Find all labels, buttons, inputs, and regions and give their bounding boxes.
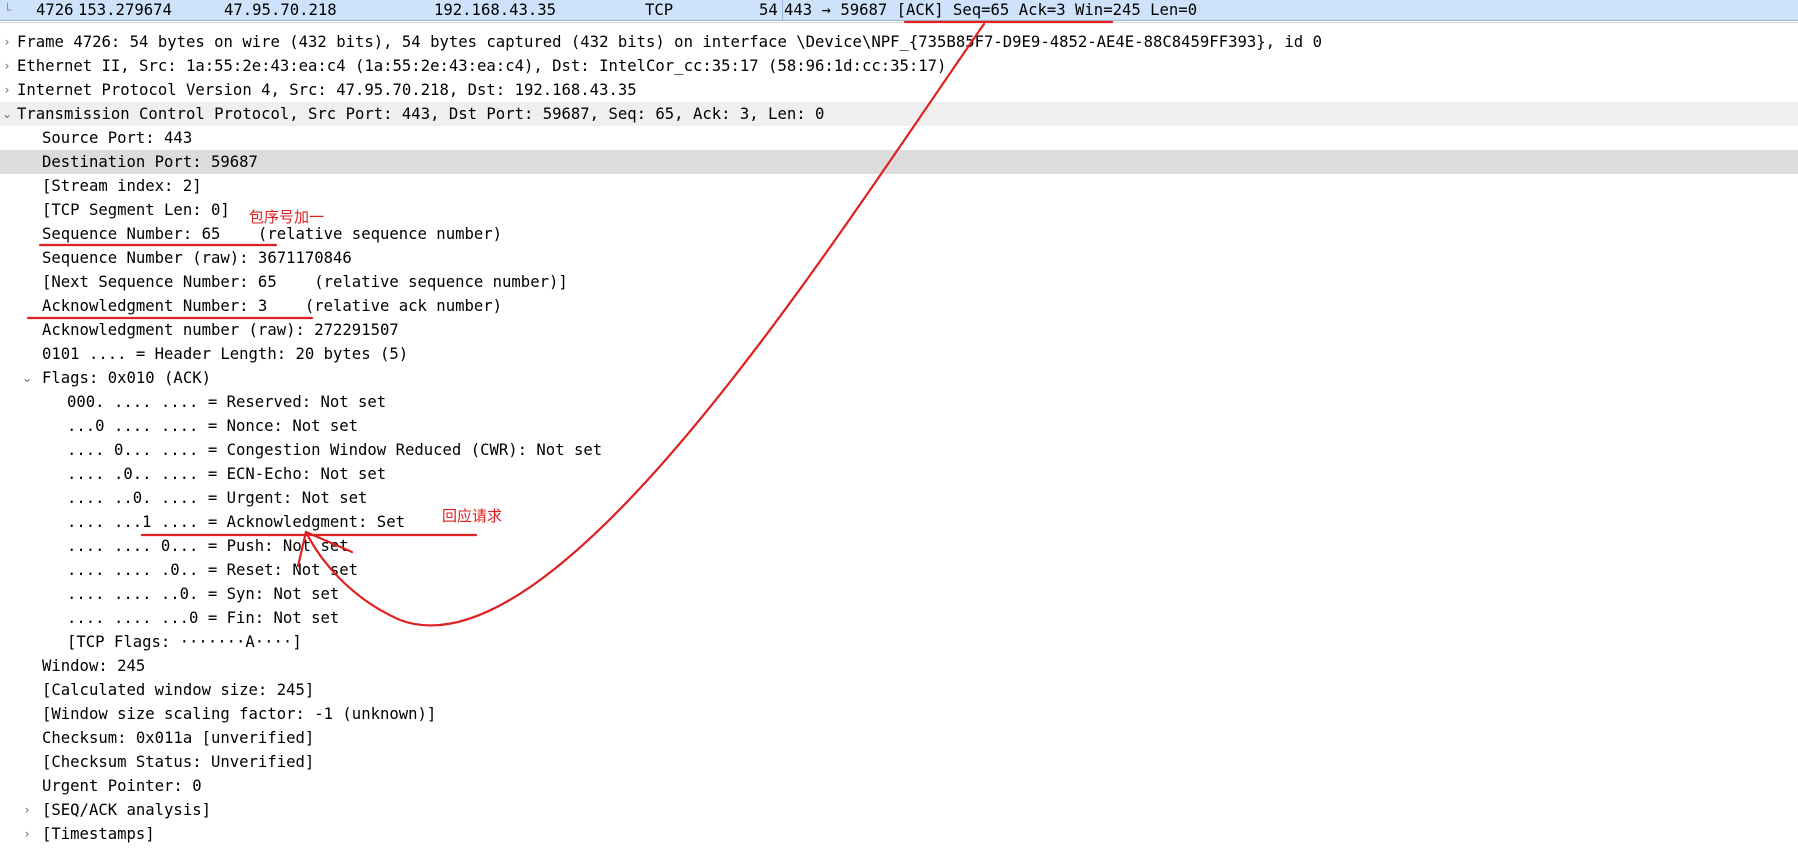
tree-row-text: [Calculated window size: 245] (42, 681, 315, 699)
tree-row-text: Acknowledgment Number: 3 (relative ack n… (42, 297, 503, 315)
tree-row[interactable]: .... 0... .... = Congestion Window Reduc… (0, 438, 1798, 462)
collapse-arrow-icon[interactable]: › (20, 822, 34, 846)
tree-row-text: .... ...1 .... = Acknowledgment: Set (67, 513, 405, 531)
packet-info: 443 → 59687 [ACK] Seq=65 Ack=3 Win=245 L… (784, 1, 1198, 19)
tree-row[interactable]: .... .... .0.. = Reset: Not set (0, 558, 1798, 582)
seq-annotation-note: 包序号加一 (249, 208, 325, 226)
packet-time: 153.279674 (78, 1, 172, 19)
tree-row-text: Destination Port: 59687 (42, 153, 258, 171)
tree-row-text: ...0 .... .... = Nonce: Not set (67, 417, 359, 435)
tree-row-text: .... .... ..0. = Syn: Not set (67, 585, 340, 603)
expand-arrow-icon[interactable]: ⌄ (0, 102, 14, 126)
tree-row[interactable]: .... ..0. .... = Urgent: Not set (0, 486, 1798, 510)
collapse-arrow-icon[interactable]: › (0, 30, 14, 54)
tree-row[interactable]: ...0 .... .... = Nonce: Not set (0, 414, 1798, 438)
tree-row[interactable]: 0101 .... = Header Length: 20 bytes (5) (0, 342, 1798, 366)
tree-row[interactable]: 000. .... .... = Reserved: Not set (0, 390, 1798, 414)
tree-row-text: Source Port: 443 (42, 129, 193, 147)
tree-row-text: [Stream index: 2] (42, 177, 202, 195)
tree-row-text: Frame 4726: 54 bytes on wire (432 bits),… (17, 33, 1322, 51)
tree-row[interactable]: Acknowledgment Number: 3 (relative ack n… (0, 294, 1798, 318)
tree-row[interactable]: Window: 245 (0, 654, 1798, 678)
tree-row[interactable]: Acknowledgment number (raw): 272291507 (0, 318, 1798, 342)
tree-row-text: [Next Sequence Number: 65 (relative sequ… (42, 273, 568, 291)
tree-row[interactable]: › Ethernet II, Src: 1a:55:2e:43:ea:c4 (1a… (0, 54, 1798, 78)
tree-row[interactable]: .... .... 0... = Push: Not set (0, 534, 1798, 558)
tree-row[interactable]: Sequence Number (raw): 3671170846 (0, 246, 1798, 270)
tree-row[interactable]: [Checksum Status: Unverified] (0, 750, 1798, 774)
tree-row[interactable]: [TCP Flags: ·······A····] (0, 630, 1798, 654)
tree-row[interactable]: Urgent Pointer: 0 (0, 774, 1798, 798)
tree-row-text: [SEQ/ACK analysis] (42, 801, 211, 819)
tree-row[interactable]: Source Port: 443 (0, 126, 1798, 150)
tree-row-text: .... .0.. .... = ECN-Echo: Not set (67, 465, 387, 483)
ack-annotation-note: 回应请求 (442, 507, 503, 525)
tree-row-text: Ethernet II, Src: 1a:55:2e:43:ea:c4 (1a:… (17, 57, 947, 75)
tree-row-text: [Window size scaling factor: -1 (unknown… (42, 705, 437, 723)
tree-row-text: [TCP Segment Len: 0] (42, 201, 230, 219)
tree-row-text: .... ..0. .... = Urgent: Not set (67, 489, 368, 507)
collapse-arrow-icon[interactable]: › (20, 798, 34, 822)
packet-protocol: TCP (645, 1, 674, 19)
tree-row[interactable]: › Frame 4726: 54 bytes on wire (432 bits)… (0, 30, 1798, 54)
tree-row-text: Internet Protocol Version 4, Src: 47.95.… (17, 81, 637, 99)
tree-row[interactable]: Destination Port: 59687 (0, 150, 1798, 174)
tree-row-text: .... .... ...0 = Fin: Not set (67, 609, 340, 627)
tree-row-text: 000. .... .... = Reserved: Not set (67, 393, 387, 411)
tree-row[interactable]: [Calculated window size: 245] (0, 678, 1798, 702)
tree-row-text: [Timestamps] (42, 825, 155, 843)
tree-row-text: Acknowledgment number (raw): 272291507 (42, 321, 399, 339)
tree-row[interactable]: › Internet Protocol Version 4, Src: 47.95… (0, 78, 1798, 102)
tree-row[interactable]: [Window size scaling factor: -1 (unknown… (0, 702, 1798, 726)
tree-row-text: Checksum: 0x011a [unverified] (42, 729, 315, 747)
tree-row-text: Urgent Pointer: 0 (42, 777, 202, 795)
tree-row[interactable]: Checksum: 0x011a [unverified] (0, 726, 1798, 750)
tree-row-text: .... .... 0... = Push: Not set (67, 537, 349, 555)
tree-row[interactable]: ⌄ Flags: 0x010 (ACK) (0, 366, 1798, 390)
collapse-arrow-icon[interactable]: › (0, 54, 14, 78)
tree-row-text: [TCP Flags: ·······A····] (67, 633, 302, 651)
packet-length: 54 (759, 1, 778, 19)
tree-row[interactable]: .... .... ..0. = Syn: Not set (0, 582, 1798, 606)
tree-row[interactable]: [Next Sequence Number: 65 (relative sequ… (0, 270, 1798, 294)
tree-row-text: .... 0... .... = Congestion Window Reduc… (67, 441, 603, 459)
tree-row[interactable]: .... .0.. .... = ECN-Echo: Not set (0, 462, 1798, 486)
tree-row-text: .... .... .0.. = Reset: Not set (67, 561, 359, 579)
tree-row-text: Window: 245 (42, 657, 146, 675)
tree-row[interactable]: › [Timestamps] (0, 822, 1798, 846)
tree-row-text: 0101 .... = Header Length: 20 bytes (5) (42, 345, 409, 363)
expand-arrow-icon[interactable]: ⌄ (20, 366, 34, 390)
row-marker-icon: └ (4, 3, 12, 17)
tree-row[interactable]: .... .... ...0 = Fin: Not set (0, 606, 1798, 630)
tree-row[interactable]: ⌄ Transmission Control Protocol, Src Port… (0, 102, 1798, 126)
packet-source: 47.95.70.218 (224, 1, 337, 19)
column-divider (782, 0, 783, 20)
tree-row-text: Transmission Control Protocol, Src Port:… (17, 105, 825, 123)
tree-row[interactable]: .... ...1 .... = Acknowledgment: Set (0, 510, 1798, 534)
tree-row-text: Flags: 0x010 (ACK) (42, 369, 211, 387)
pane-divider (0, 22, 1798, 23)
packet-destination: 192.168.43.35 (434, 1, 557, 19)
packet-list-row[interactable]: └ 4726 153.279674 47.95.70.218 192.168.4… (0, 0, 1798, 21)
packet-number: 4726 (36, 1, 74, 19)
tree-row-text: Sequence Number (raw): 3671170846 (42, 249, 352, 267)
tree-row[interactable]: [Stream index: 2] (0, 174, 1798, 198)
tree-row-text: [Checksum Status: Unverified] (42, 753, 315, 771)
collapse-arrow-icon[interactable]: › (0, 78, 14, 102)
tree-row[interactable]: › [SEQ/ACK analysis] (0, 798, 1798, 822)
